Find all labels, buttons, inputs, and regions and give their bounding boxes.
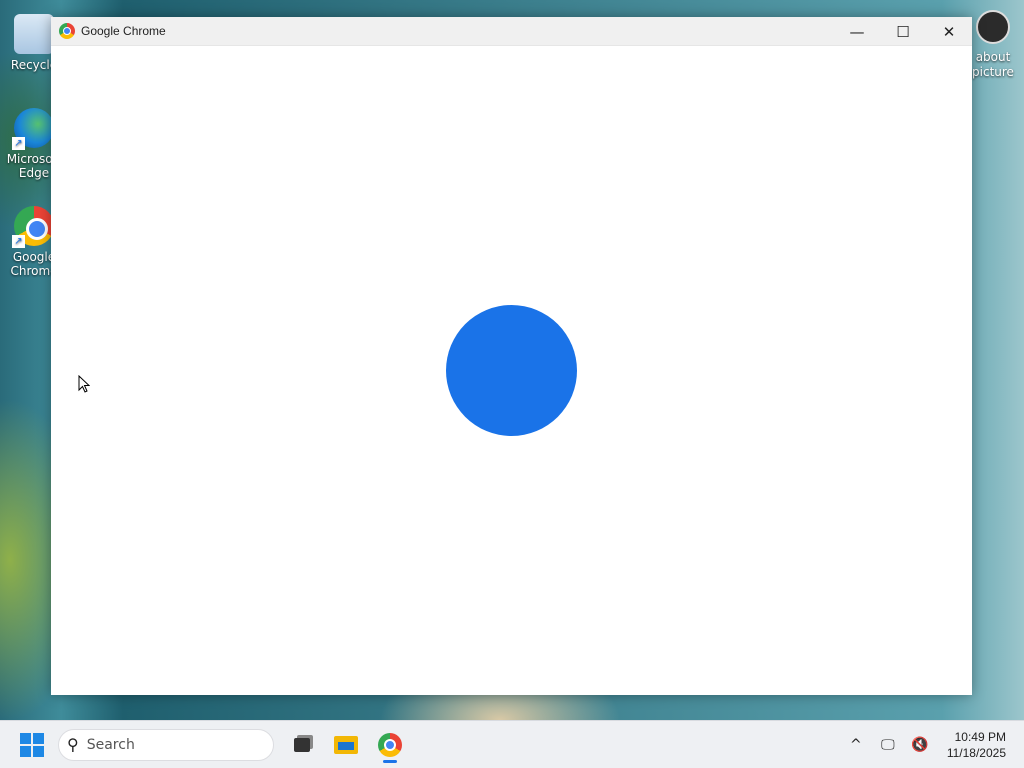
maximize-button[interactable]: ☐	[880, 17, 926, 46]
volume-icon[interactable]: 🔇	[909, 737, 931, 753]
clock[interactable]: 10:49 PM 11/18/2025	[947, 729, 1006, 761]
windows-logo-tile	[33, 732, 44, 744]
chrome-icon	[59, 23, 75, 39]
clock-time: 10:49 PM	[954, 729, 1006, 744]
network-icon[interactable]: 🖵	[877, 737, 899, 753]
taskbar: ⚲ Search ^ 🖵 🔇 10:49 PM 11/18/2025	[0, 720, 1024, 768]
close-button[interactable]: ✕	[926, 17, 972, 46]
windows-logo-tile	[20, 732, 31, 744]
task-view-icon	[294, 737, 310, 752]
window-content	[51, 46, 972, 695]
window-controls: — ☐ ✕	[834, 17, 972, 45]
chrome-window: Google Chrome — ☐ ✕	[51, 17, 972, 695]
chrome-icon: ↗	[12, 206, 54, 248]
shortcut-arrow-icon: ↗	[12, 137, 25, 150]
shortcut-arrow-icon: ↗	[12, 235, 25, 248]
chrome-icon	[378, 732, 402, 757]
window-title: Google Chrome	[81, 24, 166, 38]
active-app-indicator	[383, 759, 397, 763]
chrome-taskbar-button[interactable]	[370, 725, 410, 765]
system-tray: ^ 🖵 🔇 10:49 PM 11/18/2025	[845, 729, 1006, 761]
taskbar-apps	[282, 725, 410, 765]
task-view-button[interactable]	[282, 725, 322, 765]
edge-icon: ↗	[12, 108, 54, 150]
loading-circle	[446, 305, 577, 436]
windows-logo-tile	[20, 745, 31, 757]
recycle-bin-icon	[14, 14, 54, 54]
taskbar-search[interactable]: ⚲ Search	[58, 728, 274, 761]
windows-logo-tile	[33, 745, 44, 757]
window-titlebar[interactable]: Google Chrome — ☐ ✕	[51, 17, 972, 46]
chevron-up-icon[interactable]: ^	[845, 737, 867, 753]
clock-date: 11/18/2025	[946, 745, 1006, 760]
search-icon: ⚲	[67, 735, 79, 754]
search-placeholder: Search	[86, 736, 135, 753]
mouse-cursor-icon	[78, 375, 90, 393]
file-explorer-icon	[334, 735, 358, 754]
minimize-button[interactable]: —	[834, 17, 880, 46]
start-button[interactable]	[20, 732, 44, 757]
file-explorer-button[interactable]	[326, 725, 366, 765]
info-icon	[976, 10, 1010, 44]
